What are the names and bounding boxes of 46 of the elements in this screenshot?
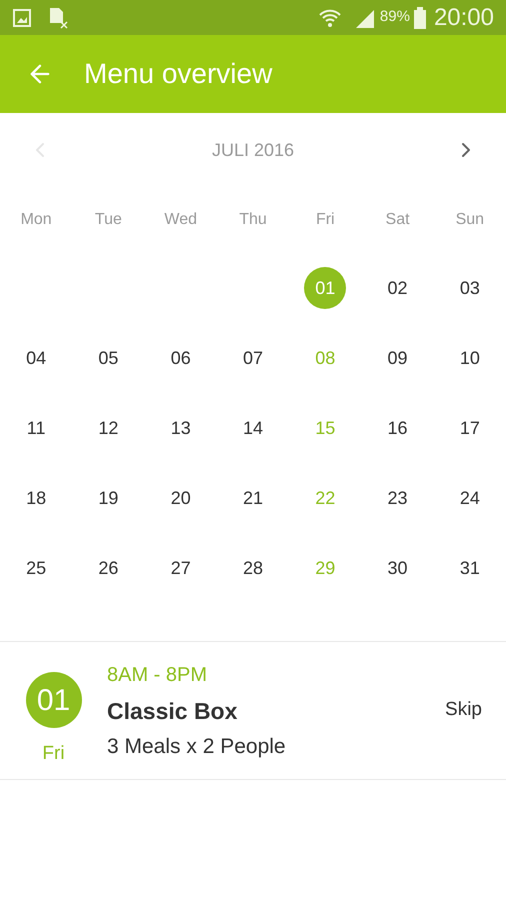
picture-icon — [12, 8, 32, 28]
delivery-time: 8AM - 8PM — [107, 662, 208, 686]
weekday-label: Tue — [94, 210, 122, 230]
calendar-day[interactable]: 16 — [376, 407, 419, 449]
calendar-day[interactable]: 13 — [160, 407, 202, 449]
battery-icon — [414, 6, 426, 28]
calendar-day[interactable]: 18 — [15, 477, 58, 519]
calendar-day[interactable]: 26 — [87, 547, 130, 589]
calendar-day[interactable]: 25 — [15, 547, 58, 589]
calendar-day[interactable]: 21 — [232, 477, 274, 519]
weekday-label: Thu — [239, 210, 267, 230]
calendar-day[interactable]: 28 — [232, 547, 274, 589]
box-details: 3 Meals x 2 People — [107, 734, 287, 758]
clock-time: 20:00 — [434, 2, 494, 32]
box-title: Classic Box — [107, 696, 238, 724]
calendar-day[interactable]: 07 — [232, 337, 274, 379]
calendar-day[interactable]: 31 — [448, 547, 491, 589]
weekday-label: Mon — [20, 210, 52, 230]
calendar-day[interactable]: 06 — [160, 337, 202, 379]
weekday-label: Sun — [456, 210, 484, 230]
battery-percentage: 89% — [380, 7, 410, 28]
toolbar-title: Menu overview — [84, 57, 272, 91]
calendar-day[interactable]: 27 — [160, 547, 202, 589]
month-label: JULI 2016 — [212, 138, 294, 162]
calendar-day[interactable]: 30 — [376, 547, 419, 589]
calendar-day[interactable]: 23 — [376, 477, 419, 519]
delivery-weekday: Fri — [42, 742, 65, 766]
calendar-day[interactable]: 02 — [376, 267, 419, 309]
calendar-day[interactable]: 10 — [448, 337, 491, 379]
calendar-day[interactable]: 17 — [448, 407, 491, 449]
calendar-day[interactable]: 20 — [160, 477, 202, 519]
calendar-day[interactable]: 24 — [448, 477, 491, 519]
weekday-label: Wed — [164, 210, 197, 230]
calendar-day[interactable]: 11 — [15, 407, 58, 449]
calendar-day[interactable]: 05 — [87, 337, 130, 379]
skip-button[interactable]: Skip — [445, 696, 482, 725]
calendar-day[interactable]: 04 — [15, 337, 58, 379]
weekday-label: Fri — [316, 210, 335, 230]
calendar-day[interactable]: 14 — [232, 407, 274, 449]
calendar-day[interactable]: 03 — [448, 267, 491, 309]
calendar-day[interactable]: 09 — [376, 337, 419, 379]
delivery-date: 01 — [26, 672, 82, 728]
calendar-day[interactable]: 12 — [87, 407, 130, 449]
sim-card-icon — [48, 6, 68, 28]
weekday-label: Sat — [386, 210, 410, 230]
calendar-day[interactable]: 19 — [87, 477, 130, 519]
